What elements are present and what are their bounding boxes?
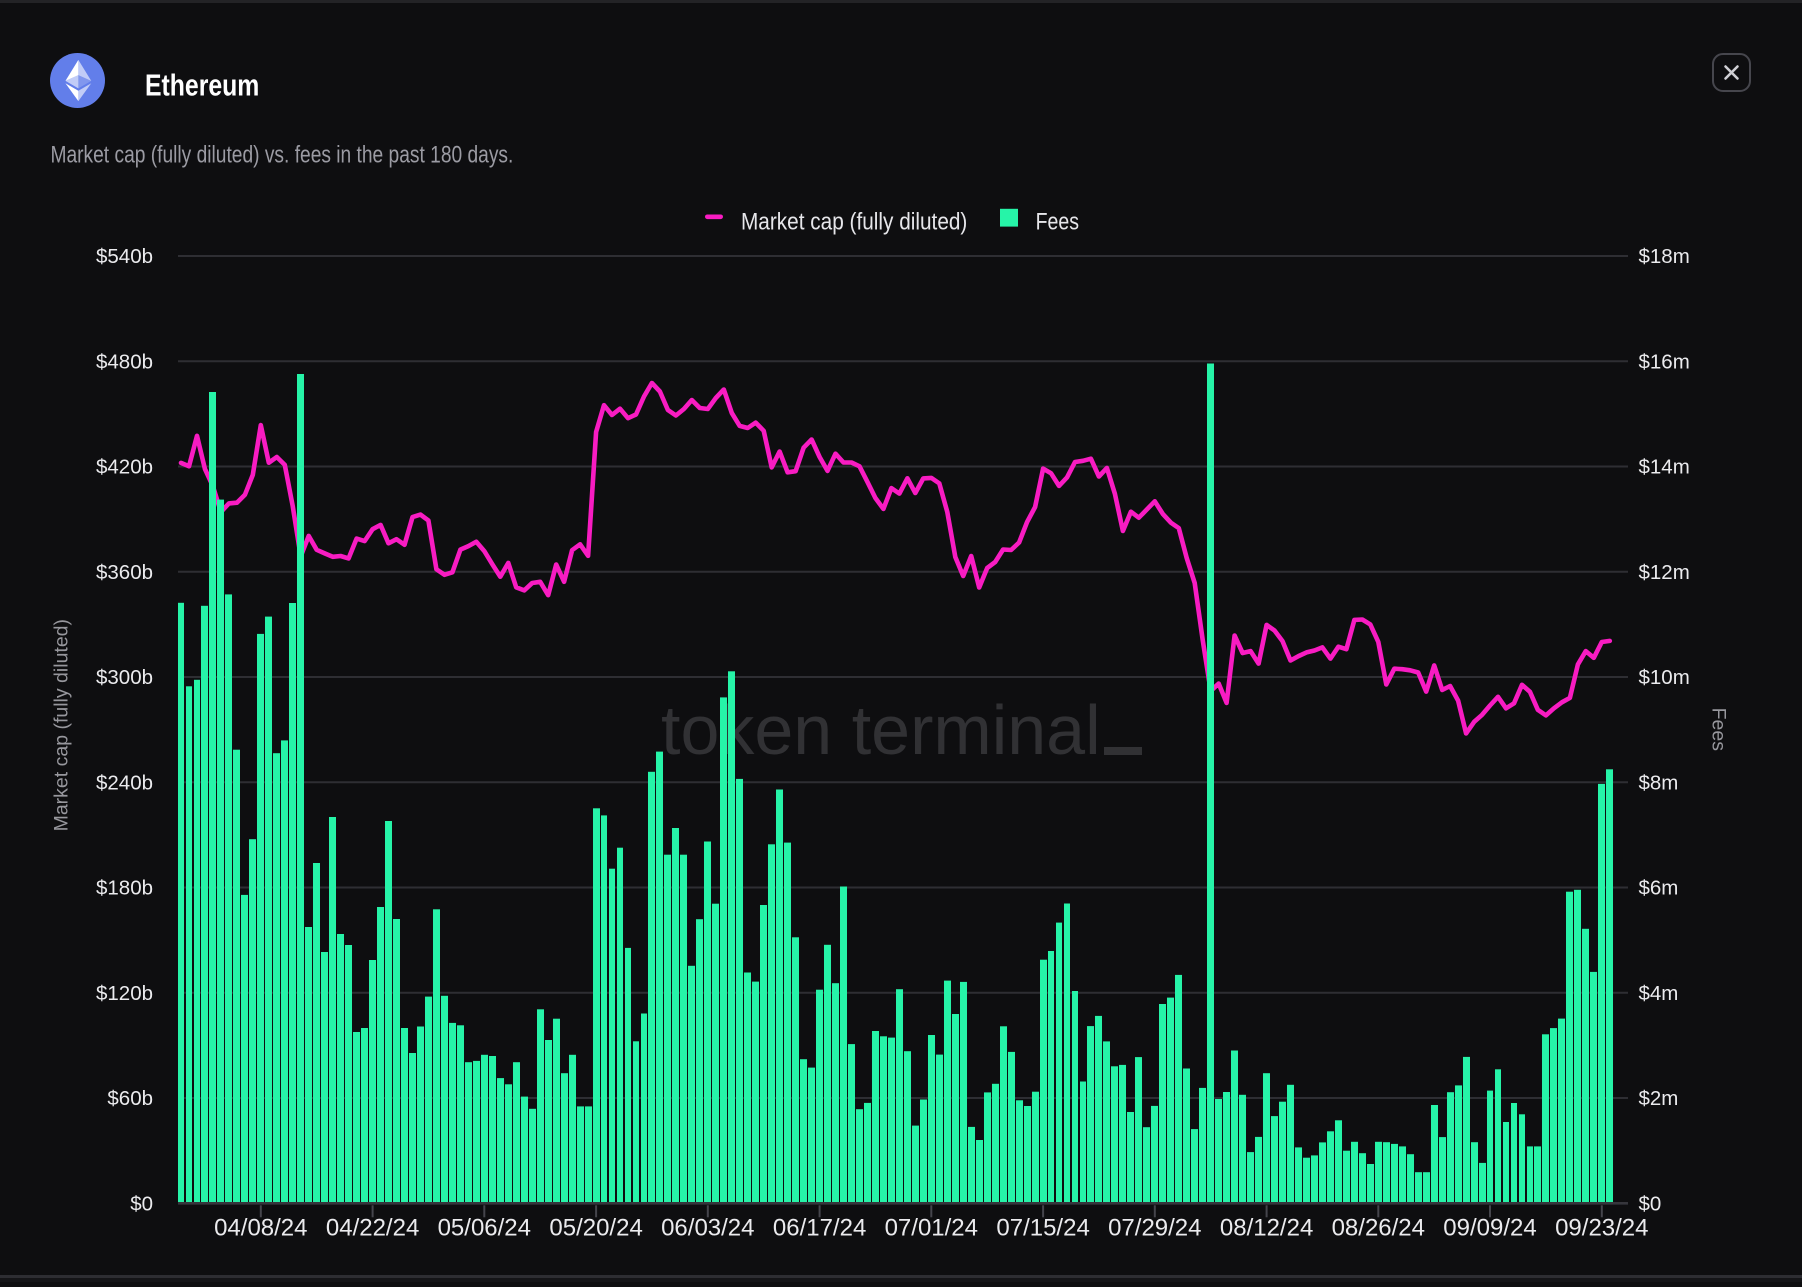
svg-text:$540b: $540b [96, 245, 153, 268]
svg-text:$60b: $60b [107, 1087, 153, 1110]
svg-text:Ethereum: Ethereum [145, 68, 259, 102]
svg-text:$480b: $480b [96, 351, 153, 374]
svg-text:Market cap (fully diluted): Market cap (fully diluted) [741, 207, 967, 235]
svg-text:$6m: $6m [1639, 877, 1679, 900]
svg-text:07/01/24: 07/01/24 [885, 1215, 978, 1242]
svg-text:$180b: $180b [96, 877, 153, 900]
svg-text:Fees: Fees [1708, 708, 1730, 752]
svg-text:$120b: $120b [96, 982, 153, 1005]
svg-text:$2m: $2m [1639, 1087, 1679, 1110]
svg-text:06/03/24: 06/03/24 [661, 1215, 754, 1242]
svg-text:05/20/24: 05/20/24 [549, 1215, 642, 1242]
svg-text:Fees: Fees [1036, 207, 1079, 235]
svg-text:$420b: $420b [96, 456, 153, 479]
svg-text:06/17/24: 06/17/24 [773, 1215, 866, 1242]
svg-text:07/29/24: 07/29/24 [1108, 1215, 1201, 1242]
svg-text:$240b: $240b [96, 772, 153, 795]
svg-text:$14m: $14m [1639, 456, 1690, 479]
svg-text:08/26/24: 08/26/24 [1332, 1215, 1425, 1242]
svg-text:09/23/24: 09/23/24 [1555, 1215, 1648, 1242]
svg-text:$0: $0 [1639, 1193, 1662, 1216]
svg-text:04/22/24: 04/22/24 [326, 1215, 419, 1242]
svg-text:Market cap (fully diluted) vs.: Market cap (fully diluted) vs. fees in t… [51, 140, 514, 168]
svg-text:Market cap (fully diluted): Market cap (fully diluted) [51, 619, 73, 831]
svg-text:07/15/24: 07/15/24 [996, 1215, 1089, 1242]
svg-text:$8m: $8m [1639, 772, 1679, 795]
svg-text:09/09/24: 09/09/24 [1443, 1215, 1536, 1242]
svg-text:$360b: $360b [96, 561, 153, 584]
svg-text:$12m: $12m [1639, 561, 1690, 584]
svg-text:$0: $0 [130, 1193, 153, 1216]
svg-text:05/06/24: 05/06/24 [438, 1215, 531, 1242]
svg-text:$18m: $18m [1639, 245, 1690, 268]
svg-text:04/08/24: 04/08/24 [214, 1215, 307, 1242]
svg-text:$10m: $10m [1639, 666, 1690, 689]
svg-text:$16m: $16m [1639, 351, 1690, 374]
svg-text:$300b: $300b [96, 666, 153, 689]
svg-text:08/12/24: 08/12/24 [1220, 1215, 1313, 1242]
svg-text:$4m: $4m [1639, 982, 1679, 1005]
